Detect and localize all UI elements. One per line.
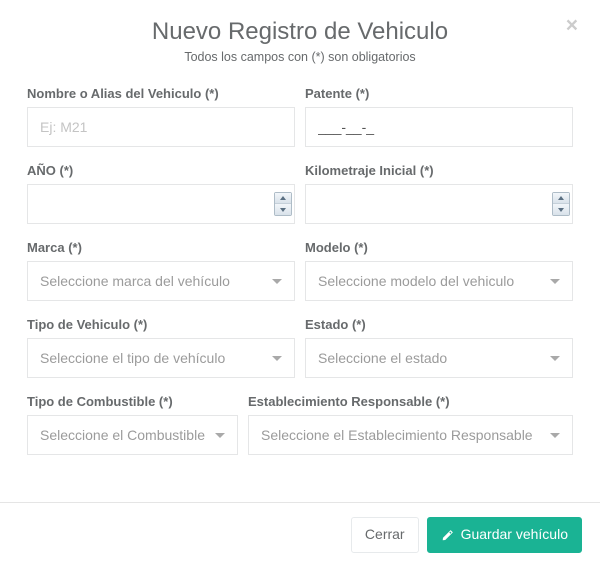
brand-label: Marca (*) (27, 240, 295, 255)
year-input[interactable] (27, 184, 295, 224)
close-icon[interactable]: × (560, 14, 584, 37)
fuel-select[interactable]: Seleccione el Combustible (27, 415, 238, 455)
close-button-label: Cerrar (365, 525, 405, 545)
chevron-down-icon[interactable] (275, 204, 291, 215)
plate-input[interactable] (305, 107, 573, 147)
save-button-label: Guardar vehículo (461, 525, 568, 545)
establishment-label: Establecimiento Responsable (*) (248, 394, 573, 409)
establishment-select-text: Seleccione el Establecimiento Responsabl… (261, 427, 540, 443)
name-input[interactable] (27, 107, 295, 147)
year-label: AÑO (*) (27, 163, 295, 178)
mileage-label: Kilometraje Inicial (*) (305, 163, 573, 178)
chevron-up-icon[interactable] (275, 193, 291, 204)
mileage-input[interactable] (305, 184, 573, 224)
chevron-down-icon[interactable] (553, 204, 569, 215)
brand-select[interactable]: Seleccione marca del vehículo (27, 261, 295, 301)
chevron-down-icon (272, 279, 282, 284)
modal-footer: Cerrar Guardar vehículo (0, 502, 600, 567)
save-button[interactable]: Guardar vehículo (427, 517, 582, 553)
edit-icon (441, 528, 455, 542)
fuel-select-text: Seleccione el Combustible (40, 427, 205, 443)
modal-title: Nuevo Registro de Vehiculo (20, 18, 580, 46)
model-select[interactable]: Seleccione modelo del vehiculo (305, 261, 573, 301)
model-label: Modelo (*) (305, 240, 573, 255)
state-select-text: Seleccione el estado (318, 350, 540, 366)
chevron-down-icon (550, 356, 560, 361)
vehicle-modal: × Nuevo Registro de Vehiculo Todos los c… (0, 0, 600, 567)
model-select-text: Seleccione modelo del vehiculo (318, 273, 540, 289)
year-stepper[interactable] (274, 192, 292, 216)
mileage-stepper[interactable] (552, 192, 570, 216)
modal-body: Nombre o Alias del Vehiculo (*) Patente … (0, 76, 600, 471)
chevron-down-icon (215, 433, 225, 438)
chevron-down-icon (550, 433, 560, 438)
chevron-down-icon (550, 279, 560, 284)
establishment-select[interactable]: Seleccione el Establecimiento Responsabl… (248, 415, 573, 455)
brand-select-text: Seleccione marca del vehículo (40, 273, 262, 289)
chevron-up-icon[interactable] (553, 193, 569, 204)
state-label: Estado (*) (305, 317, 573, 332)
type-select-text: Seleccione el tipo de vehículo (40, 350, 262, 366)
name-label: Nombre o Alias del Vehiculo (*) (27, 86, 295, 101)
modal-subtitle: Todos los campos con (*) son obligatorio… (20, 50, 580, 64)
type-select[interactable]: Seleccione el tipo de vehículo (27, 338, 295, 378)
close-button[interactable]: Cerrar (351, 517, 419, 553)
plate-label: Patente (*) (305, 86, 573, 101)
chevron-down-icon (272, 356, 282, 361)
fuel-label: Tipo de Combustible (*) (27, 394, 238, 409)
state-select[interactable]: Seleccione el estado (305, 338, 573, 378)
type-label: Tipo de Vehiculo (*) (27, 317, 295, 332)
modal-header: × Nuevo Registro de Vehiculo Todos los c… (0, 0, 600, 76)
